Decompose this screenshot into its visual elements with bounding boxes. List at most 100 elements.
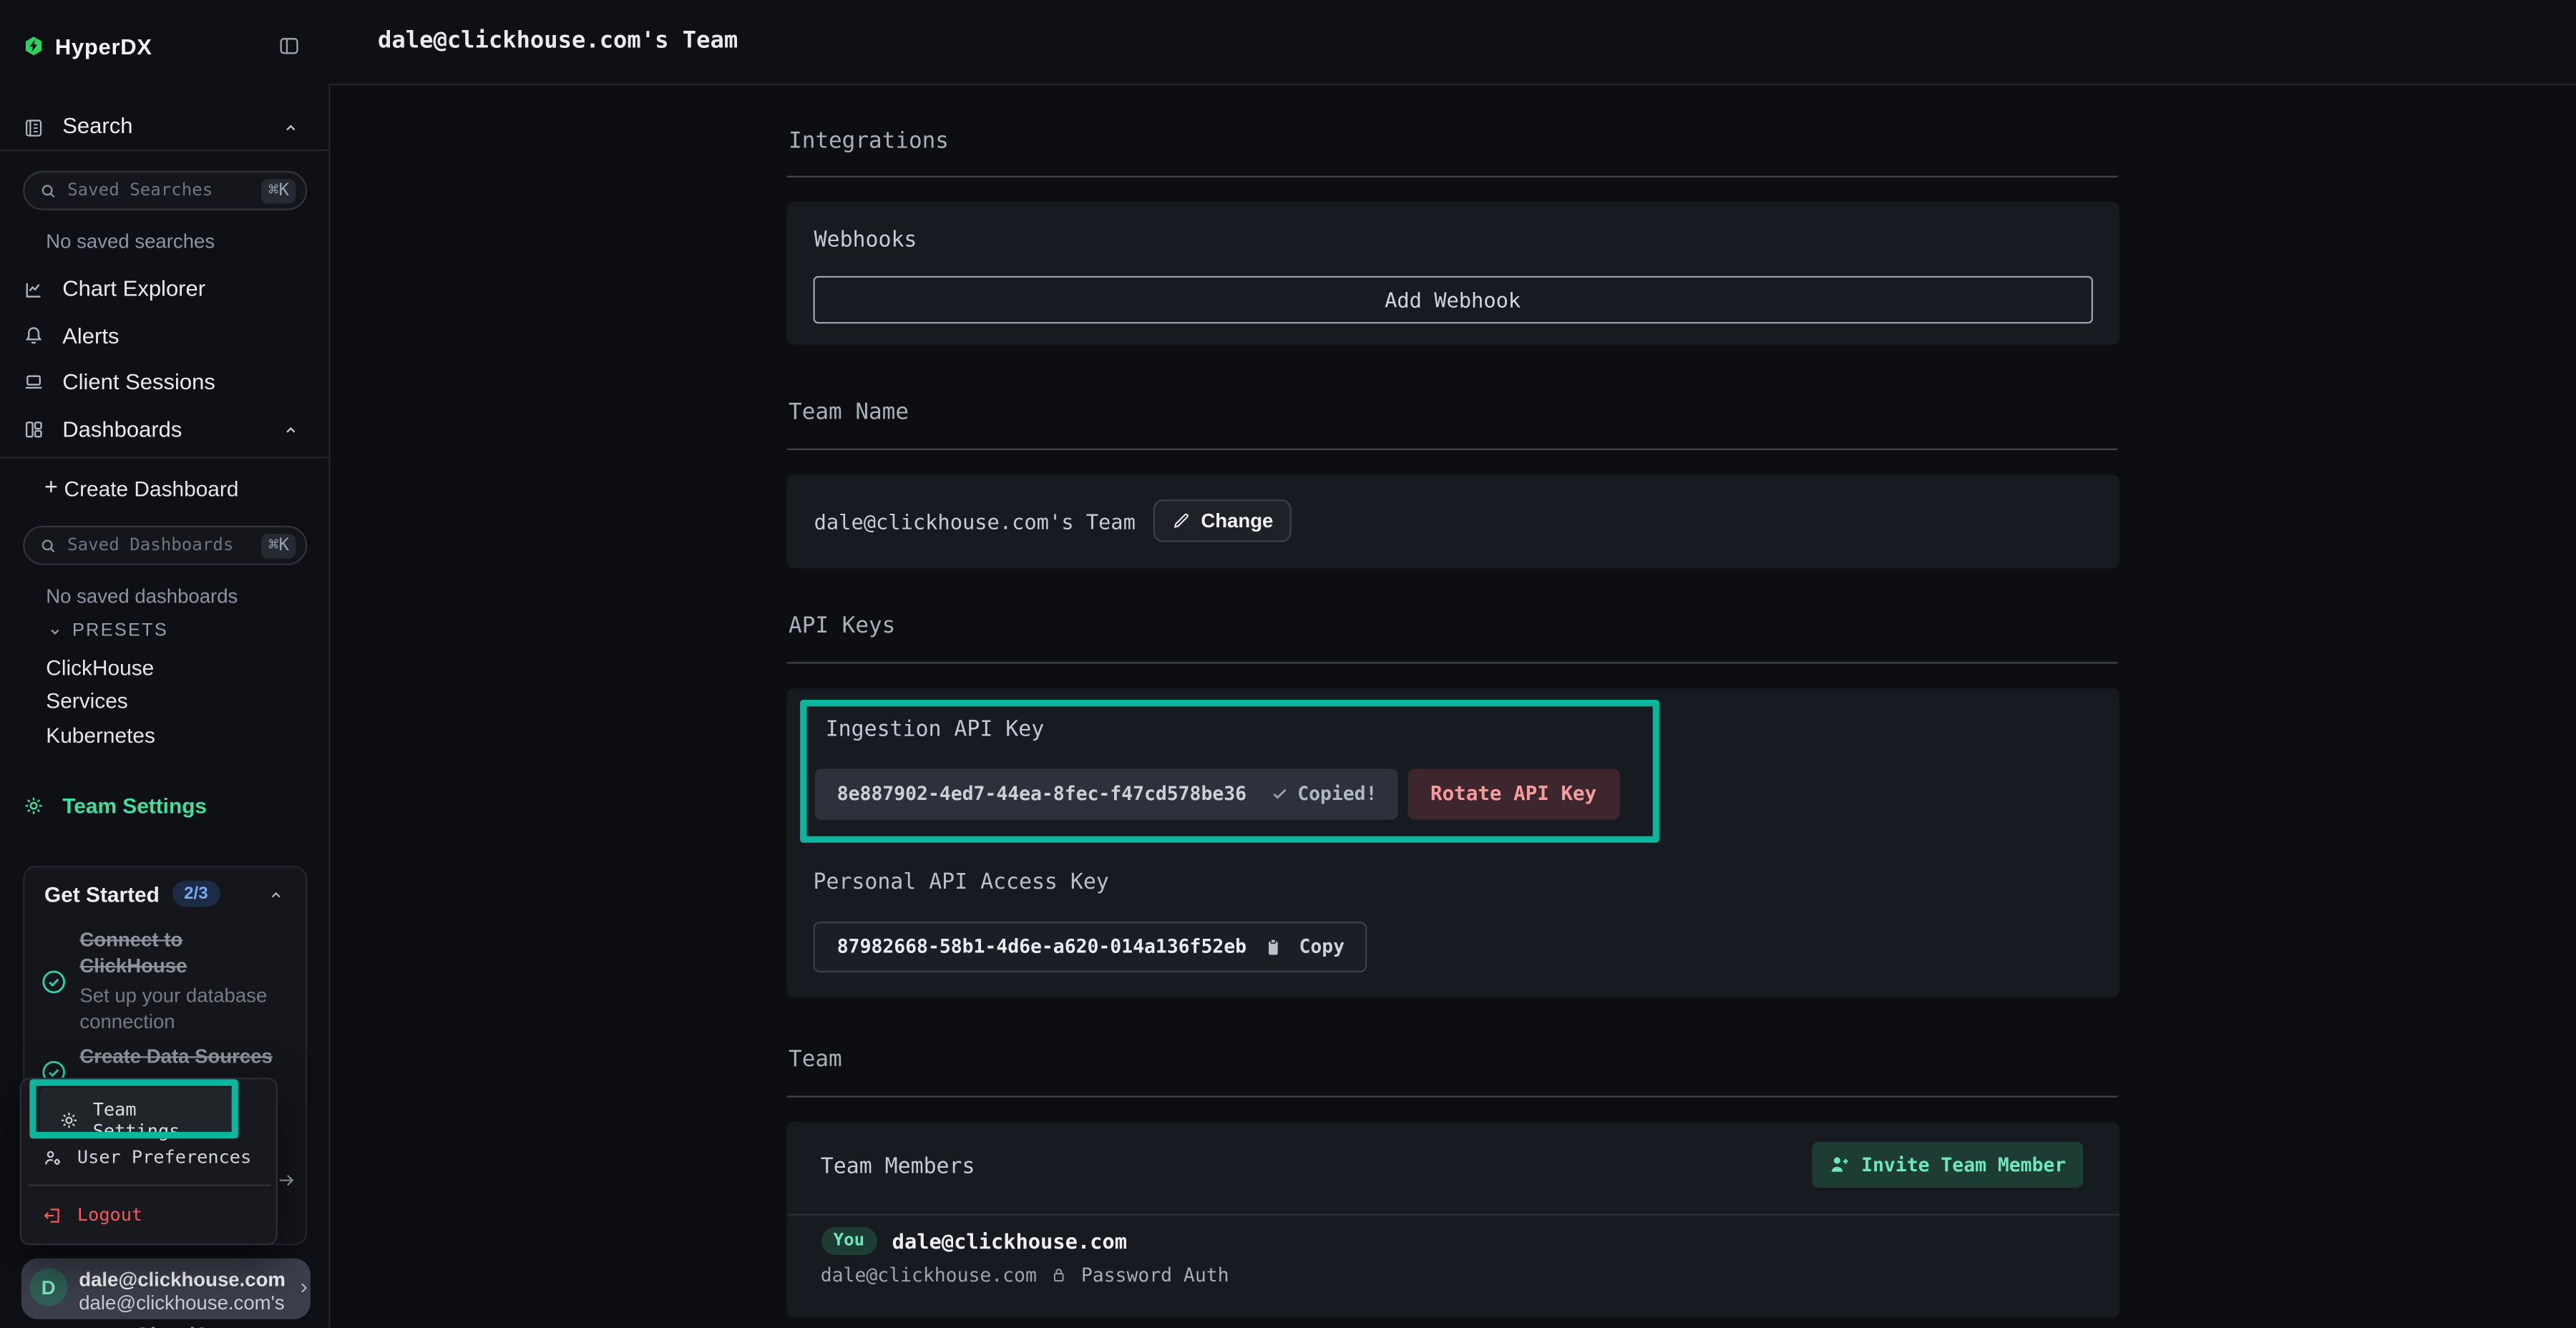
get-started-title: Get Started	[44, 882, 160, 907]
rotate-api-key-label: Rotate API Key	[1430, 782, 1596, 805]
get-started-item[interactable]: Connect to ClickHouse Set up your databa…	[39, 928, 296, 1035]
user-plus-icon	[1828, 1153, 1851, 1176]
invite-team-member-button[interactable]: Invite Team Member	[1812, 1141, 2082, 1188]
ingestion-api-key-label: Ingestion API Key	[826, 717, 1045, 741]
get-started-item-title: Create Data Sources	[79, 1045, 283, 1070]
user-gear-icon	[43, 1148, 63, 1168]
sidebar-item-kubernetes[interactable]: Kubernetes	[46, 722, 155, 746]
app-window: HyperDX Search ⌘K No saved searches	[0, 0, 2576, 1327]
no-saved-dashboards-text: No saved dashboards	[46, 585, 238, 607]
clipped-bottom-text: Cloud?	[135, 1322, 208, 1328]
shortcut-badge: ⌘K	[262, 533, 296, 557]
progress-badge: 2/3	[172, 881, 220, 907]
section-divider	[787, 1095, 2118, 1097]
presets-toggle[interactable]: PRESETS	[0, 616, 328, 645]
arrow-right-icon	[276, 1170, 298, 1191]
team-name-card: dale@clickhouse.com's Team Change	[787, 474, 2119, 567]
member-name: dale@clickhouse.com	[892, 1229, 1127, 1253]
section-heading-integrations: Integrations	[789, 128, 949, 155]
section-heading-team-name: Team Name	[789, 399, 909, 426]
team-name-value: dale@clickhouse.com's Team	[814, 509, 1136, 533]
sidebar-item-dashboards[interactable]: Dashboards	[0, 406, 328, 454]
personal-api-key-label: Personal API Access Key	[813, 870, 1108, 894]
lock-icon	[1050, 1265, 1068, 1285]
webhooks-label: Webhooks	[814, 228, 917, 253]
sidebar-border	[328, 84, 330, 1327]
sidebar-item-services[interactable]: Services	[46, 688, 127, 713]
you-badge: You	[821, 1226, 877, 1255]
api-keys-card: Ingestion API Key 8e887902-4ed7-44ea-8fe…	[787, 688, 2119, 996]
menu-item-label: Logout	[77, 1204, 142, 1226]
section-divider	[787, 662, 2118, 663]
add-webhook-label: Add Webhook	[1385, 287, 1521, 311]
chevron-up-icon[interactable]	[283, 120, 299, 137]
saved-searches-input-wrap: ⌘K	[23, 171, 307, 210]
menu-item-user-preferences[interactable]: User Preferences	[43, 1147, 252, 1168]
add-webhook-button[interactable]: Add Webhook	[812, 275, 2093, 323]
sidebar-item-clickhouse[interactable]: ClickHouse	[46, 655, 154, 679]
saved-dashboards-input[interactable]	[67, 535, 262, 555]
team-member-row: You dale@clickhouse.com	[821, 1226, 1127, 1255]
team-settings-link-label: Team Settings	[62, 793, 207, 817]
dashboards-icon	[23, 419, 44, 440]
sidebar-section-search[interactable]: Search	[0, 105, 328, 151]
menu-item-team-settings[interactable]: Team Settings	[39, 1087, 233, 1133]
check-icon	[1269, 783, 1289, 804]
chevron-up-icon[interactable]	[283, 421, 299, 438]
search-section-icon	[23, 117, 44, 140]
copied-indicator: Copied!	[1269, 782, 1377, 805]
section-divider	[787, 176, 2118, 177]
team-member-details: dale@clickhouse.com Password Auth	[821, 1264, 1229, 1286]
circle-check-icon	[39, 967, 68, 996]
sidebar-item-chart-explorer[interactable]: Chart Explorer	[0, 265, 328, 313]
plus-icon: +	[44, 473, 58, 499]
chart-icon	[23, 278, 44, 300]
page-header: dale@clickhouse.com's Team	[328, 0, 2576, 84]
user-menu-popup: Team Settings User Preferences Logout	[20, 1078, 278, 1244]
menu-item-logout[interactable]: Logout	[43, 1204, 142, 1226]
create-dashboard-button[interactable]: + Create Dashboard	[0, 472, 328, 504]
divider	[0, 150, 328, 151]
chevron-up-icon[interactable]	[268, 887, 284, 904]
user-email: dale@clickhouse.com	[79, 1267, 286, 1290]
member-email: dale@clickhouse.com	[821, 1264, 1037, 1286]
section-divider	[787, 448, 2118, 449]
laptop-icon	[23, 371, 44, 393]
copy-button-label[interactable]: Copy	[1299, 934, 1345, 957]
change-team-name-button[interactable]: Change	[1153, 499, 1292, 542]
clipboard-icon	[1263, 936, 1283, 957]
avatar: D	[29, 1268, 67, 1306]
gear-icon	[59, 1110, 79, 1131]
sidebar-item-label: Chart Explorer	[62, 276, 205, 301]
pencil-icon	[1171, 510, 1191, 530]
sidebar-item-alerts[interactable]: Alerts	[0, 312, 328, 360]
divider	[0, 456, 328, 458]
user-team-name: dale@clickhouse.com's	[79, 1290, 284, 1313]
rotate-api-key-button[interactable]: Rotate API Key	[1408, 768, 1619, 819]
invite-team-member-label: Invite Team Member	[1861, 1153, 2066, 1176]
page-title: dale@clickhouse.com's Team	[378, 29, 738, 55]
logout-icon	[43, 1205, 63, 1225]
no-saved-searches-text: No saved searches	[46, 230, 215, 253]
saved-searches-input[interactable]	[67, 181, 262, 201]
app-logo-text: HyperDX	[55, 34, 152, 58]
search-section-label: Search	[62, 113, 132, 137]
hyperdx-logo-icon	[23, 34, 44, 57]
section-heading-api-keys: API Keys	[789, 612, 895, 639]
sidebar: HyperDX Search ⌘K No saved searches	[0, 0, 328, 1327]
sidebar-item-label: Dashboards	[62, 417, 182, 441]
sidebar-item-team-settings[interactable]: Team Settings	[0, 785, 328, 826]
get-started-item-desc: Set up your database connection	[79, 984, 283, 1035]
search-icon	[39, 182, 57, 200]
sidebar-item-client-sessions[interactable]: Client Sessions	[0, 359, 328, 407]
ingestion-api-key-chip[interactable]: 8e887902-4ed7-44ea-8fec-f47cd578be36 Cop…	[814, 768, 1399, 819]
user-account-button[interactable]: D dale@clickhouse.com dale@clickhouse.co…	[21, 1259, 310, 1319]
team-members-card: Team Members Invite Team Member You dale…	[787, 1122, 2119, 1317]
collapse-sidebar-icon[interactable]	[277, 34, 300, 57]
create-dashboard-label: Create Dashboard	[64, 477, 239, 501]
personal-api-key-chip[interactable]: 87982668-58b1-4d6e-a620-014a136f52eb Cop…	[812, 921, 1367, 972]
member-auth-type: Password Auth	[1081, 1264, 1229, 1286]
copied-label: Copied!	[1297, 782, 1377, 805]
shortcut-badge: ⌘K	[262, 178, 296, 202]
menu-divider	[28, 1183, 271, 1185]
